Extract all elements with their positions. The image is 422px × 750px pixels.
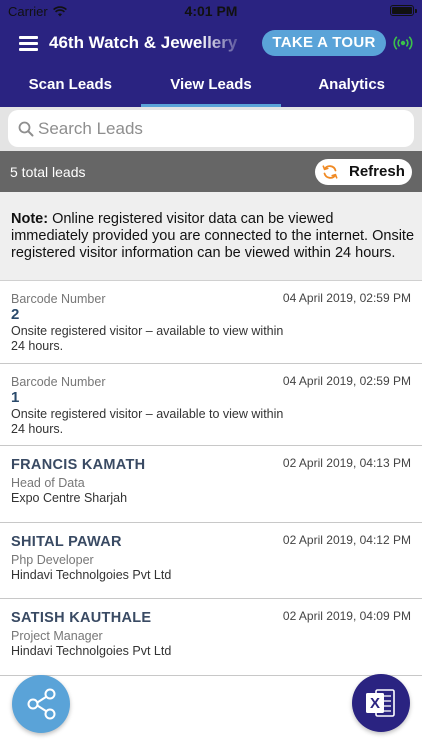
lead-description-line: Onsite registered visitor – available to… [11, 324, 284, 338]
refresh-button[interactable]: Refresh [315, 159, 412, 185]
lead-company: Expo Centre Sharjah [11, 491, 128, 505]
lead-row[interactable]: SHITAL PAWAR 02 April 2019, 04:12 PM Php… [0, 523, 422, 599]
lead-row[interactable]: SATISH KAUTHALE 02 April 2019, 04:09 PM … [0, 599, 422, 676]
event-title: 46th Watch & Jewellery [49, 33, 238, 52]
lead-name: SATISH KAUTHALE [11, 610, 152, 626]
lead-role: Php Developer [11, 553, 94, 567]
refresh-label: Refresh [349, 163, 405, 180]
tab-analytics[interactable]: Analytics [281, 66, 422, 107]
lead-date: 02 April 2019, 04:12 PM [282, 533, 411, 547]
export-excel-button[interactable]: X [352, 674, 410, 732]
lead-description-line: Onsite registered visitor – available to… [11, 407, 284, 421]
tab-view-leads[interactable]: View Leads [140, 66, 282, 107]
excel-icon: X [366, 689, 395, 717]
tab-scan-leads[interactable]: Scan Leads [0, 66, 141, 107]
connection-status-icon [393, 36, 413, 50]
lead-name: SHITAL PAWAR [11, 534, 122, 550]
lead-company: Hindavi Technolgoies Pvt Ltd [11, 568, 172, 582]
lead-date: 02 April 2019, 04:13 PM [282, 456, 411, 470]
lead-description-line: 24 hours. [11, 339, 64, 353]
refresh-icon [322, 165, 338, 179]
take-a-tour-button[interactable]: TAKE A TOUR [262, 30, 386, 56]
total-leads-count: 5 total leads [10, 164, 86, 180]
lead-row[interactable]: Barcode Number 04 April 2019, 02:59 PM 1… [0, 364, 422, 446]
lead-date: 02 April 2019, 04:09 PM [282, 609, 411, 623]
lead-description: Onsite registered visitor – available to… [11, 324, 311, 354]
lead-row[interactable]: Barcode Number 04 April 2019, 02:59 PM 2… [0, 281, 422, 364]
lead-role: Project Manager [11, 629, 103, 643]
barcode-label: Barcode Number [11, 375, 106, 389]
excel-letter: X [370, 695, 380, 712]
info-note: Note: Online registered visitor data can… [0, 192, 422, 281]
note-text: Online registered visitor data can be vi… [11, 211, 415, 261]
note-prefix: Note: [11, 211, 49, 227]
barcode-number: 2 [11, 306, 20, 323]
share-icon [27, 688, 56, 720]
search-box[interactable] [8, 110, 414, 147]
leads-count-bar: 5 total leads Refresh [0, 151, 422, 192]
lead-date: 04 April 2019, 02:59 PM [282, 291, 411, 305]
barcode-label: Barcode Number [11, 292, 106, 306]
clock: 4:01 PM [184, 3, 238, 19]
barcode-number: 1 [11, 389, 20, 406]
hamburger-menu-icon[interactable] [19, 36, 38, 51]
lead-name: FRANCIS KAMATH [11, 457, 146, 473]
lead-date: 04 April 2019, 02:59 PM [282, 374, 411, 388]
battery-icon [390, 5, 417, 16]
search-icon [18, 121, 34, 137]
share-button[interactable] [12, 675, 70, 733]
lead-row[interactable]: FRANCIS KAMATH 02 April 2019, 04:13 PM H… [0, 446, 422, 523]
app-bar: 46th Watch & Jewellery TAKE A TOUR [0, 22, 422, 66]
status-bar: Carrier 4:01 PM [0, 0, 422, 22]
lead-description-line: 24 hours. [11, 422, 64, 436]
tab-bar: Scan Leads View Leads Analytics [0, 66, 422, 107]
lead-description: Onsite registered visitor – available to… [11, 407, 311, 437]
lead-company: Hindavi Technolgoies Pvt Ltd [11, 644, 172, 658]
search-input[interactable] [38, 116, 398, 141]
lead-role: Head of Data [11, 476, 85, 490]
search-bar [0, 107, 422, 151]
